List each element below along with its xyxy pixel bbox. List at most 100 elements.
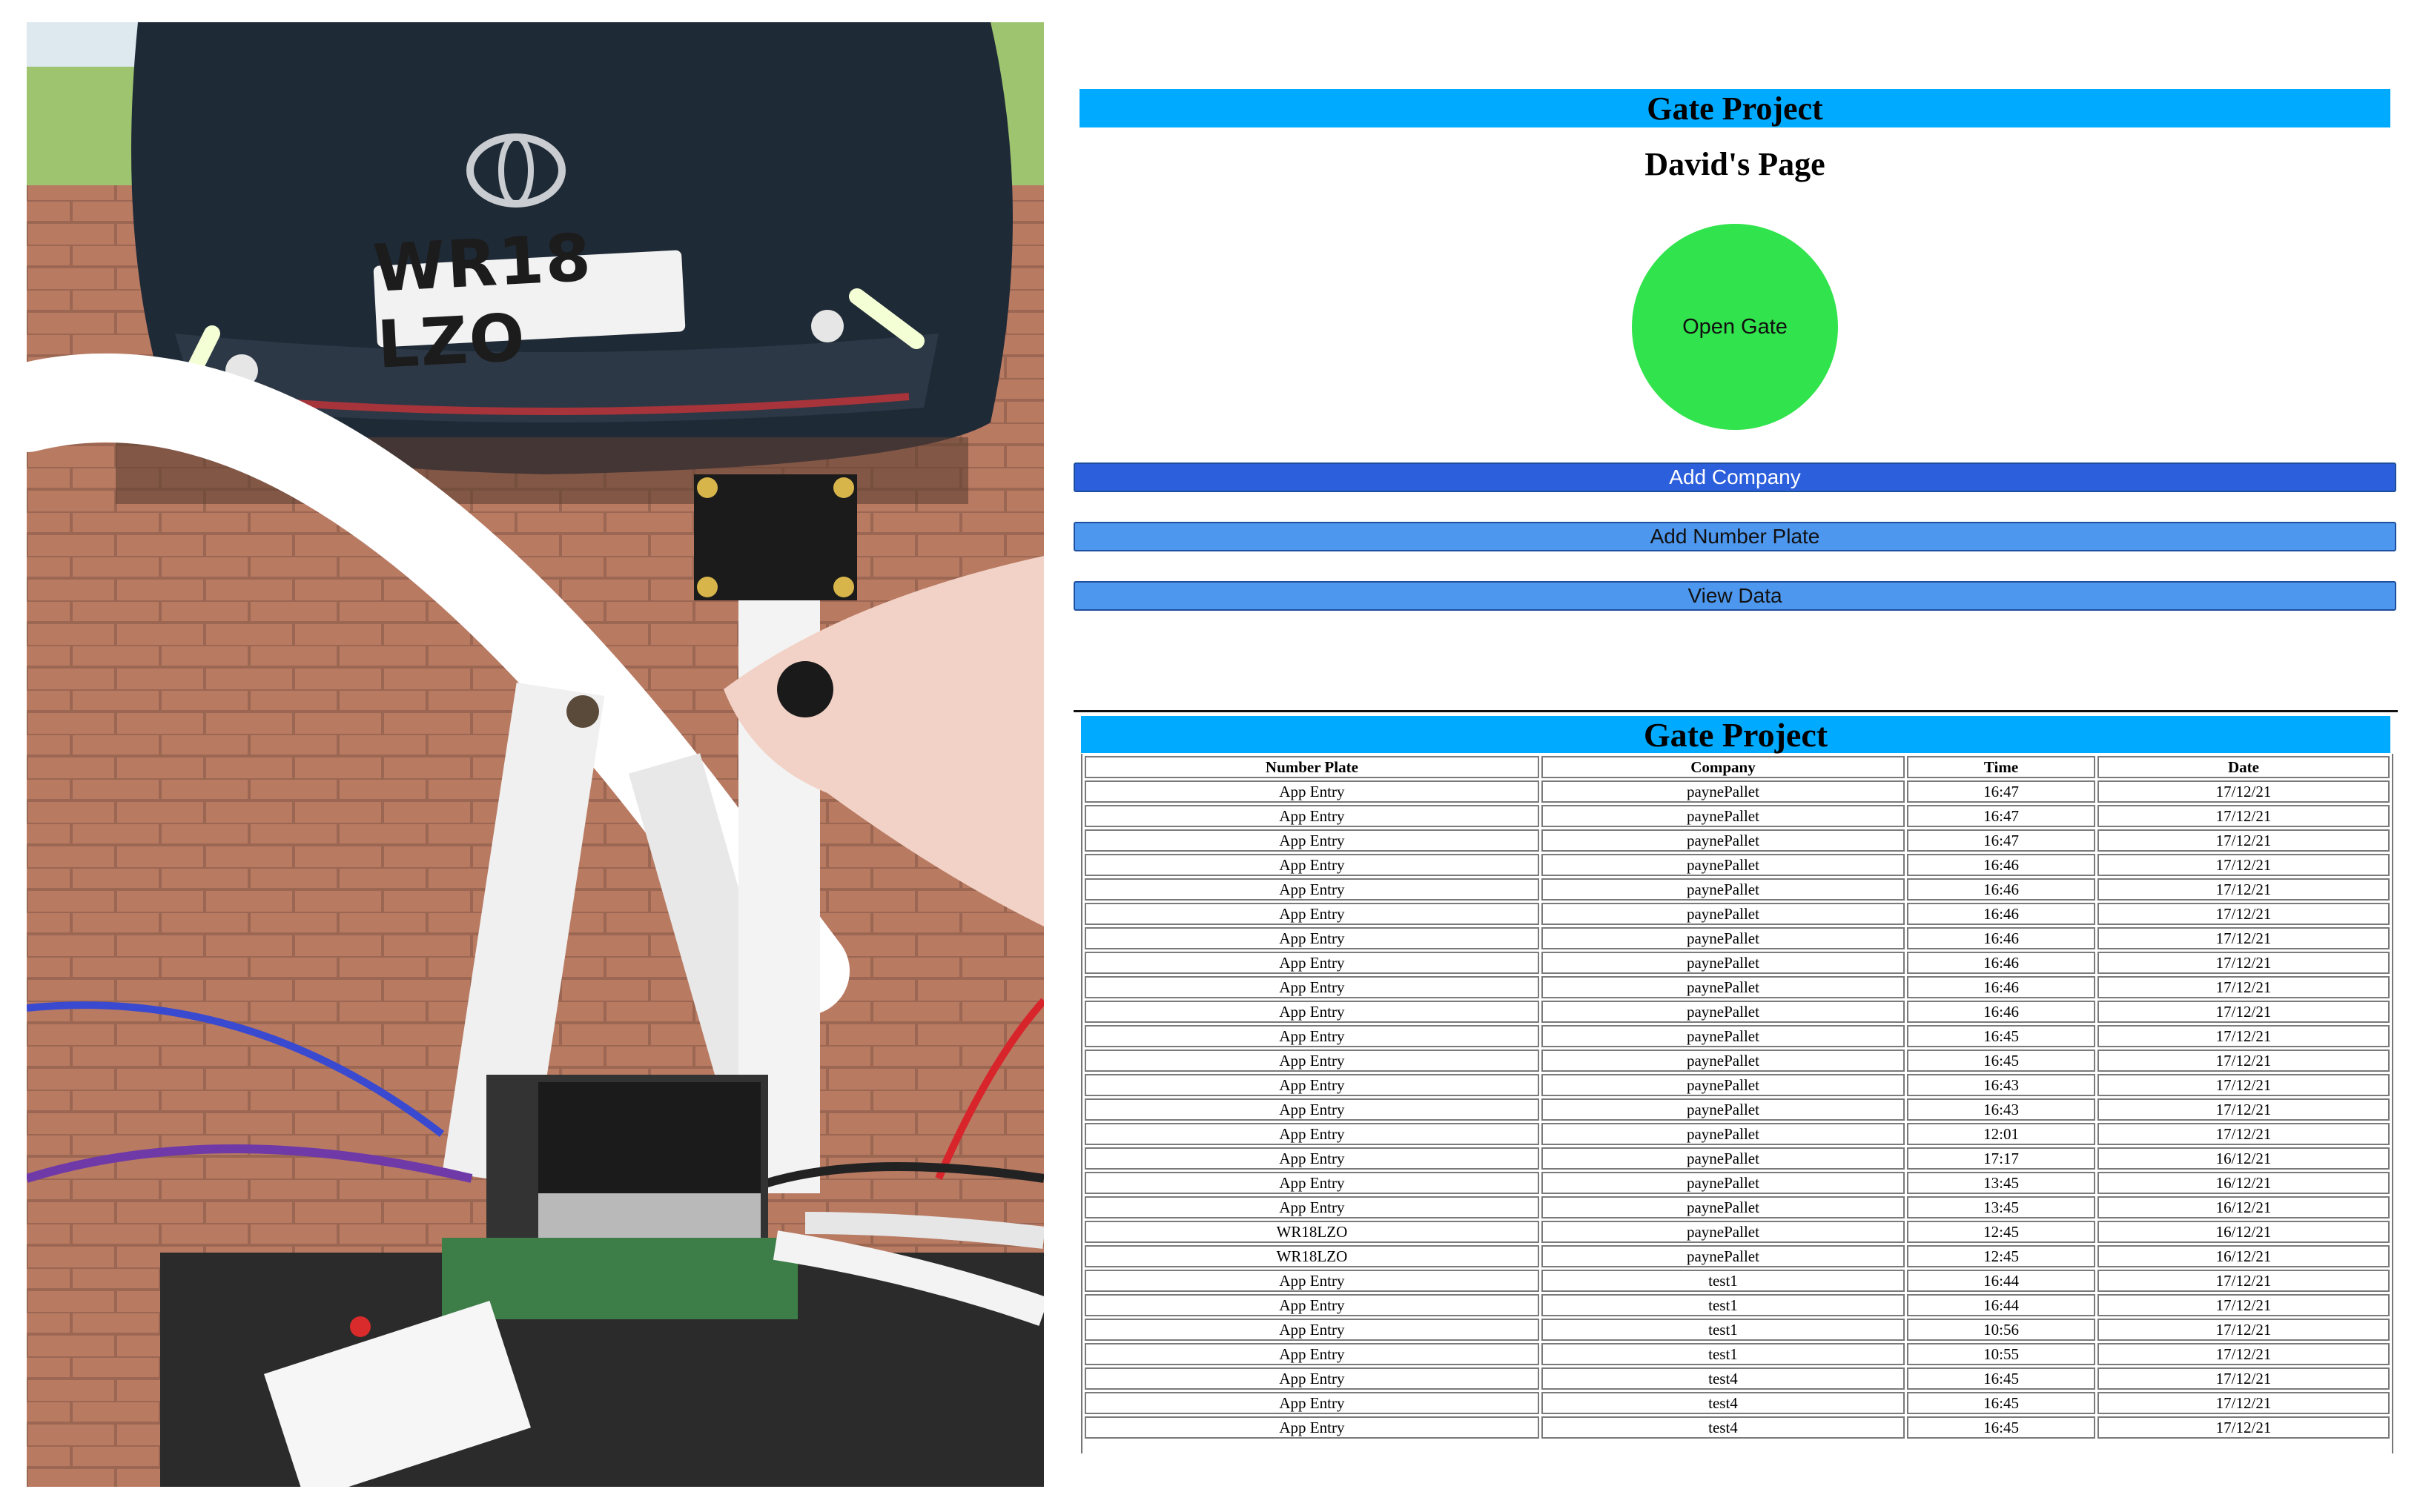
cell-company: test4 (1541, 1392, 1905, 1414)
column-header-date: Date (2097, 756, 2390, 778)
cell-time: 16:45 (1907, 1050, 2095, 1072)
cell-number-plate: App Entry (1085, 1319, 1539, 1341)
open-gate-button[interactable]: Open Gate (1632, 224, 1838, 430)
table-row: App Entry paynePallet 16:46 17/12/21 (1085, 903, 2390, 925)
cell-company: paynePallet (1541, 1221, 1905, 1243)
cell-number-plate: App Entry (1085, 1147, 1539, 1170)
cell-time: 16:46 (1907, 878, 2095, 901)
table-row: App Entry paynePallet 16:46 17/12/21 (1085, 976, 2390, 998)
cell-company: paynePallet (1541, 854, 1905, 876)
cell-company: paynePallet (1541, 1172, 1905, 1194)
cell-time: 16:44 (1907, 1294, 2095, 1316)
page-header: Gate Project (1080, 89, 2390, 127)
table-row: App Entry paynePallet 16:45 17/12/21 (1085, 1025, 2390, 1047)
cell-time: 13:45 (1907, 1172, 2095, 1194)
table-row: App Entry paynePallet 13:45 16/12/21 (1085, 1196, 2390, 1218)
add-company-button[interactable]: Add Company (1074, 462, 2396, 492)
data-table-scroll[interactable]: Number Plate Company Time Date App Entry… (1081, 754, 2393, 1453)
cell-date: 17/12/21 (2097, 780, 2390, 803)
table-row: WR18LZO paynePallet 12:45 16/12/21 (1085, 1245, 2390, 1267)
table-row: App Entry paynePallet 16:46 17/12/21 (1085, 927, 2390, 949)
cell-number-plate: App Entry (1085, 1098, 1539, 1121)
cell-date: 17/12/21 (2097, 878, 2390, 901)
table-row: App Entry test4 16:45 17/12/21 (1085, 1416, 2390, 1439)
cell-company: paynePallet (1541, 780, 1905, 803)
cell-company: test1 (1541, 1319, 1905, 1341)
table-row: App Entry paynePallet 13:45 16/12/21 (1085, 1172, 2390, 1194)
column-header-number-plate: Number Plate (1085, 756, 1539, 778)
cell-date: 17/12/21 (2097, 1319, 2390, 1341)
table-row: App Entry paynePallet 16:46 17/12/21 (1085, 878, 2390, 901)
column-header-company: Company (1541, 756, 1905, 778)
cell-number-plate: App Entry (1085, 1001, 1539, 1023)
cell-number-plate: App Entry (1085, 1392, 1539, 1414)
table-body: App Entry paynePallet 16:47 17/12/21 App Ent… (1085, 780, 2390, 1439)
cell-time: 12:01 (1907, 1123, 2095, 1145)
cell-date: 16/12/21 (2097, 1196, 2390, 1218)
cell-time: 16:46 (1907, 903, 2095, 925)
cell-company: paynePallet (1541, 1245, 1905, 1267)
cell-company: paynePallet (1541, 903, 1905, 925)
cell-time: 16:47 (1907, 805, 2095, 827)
table-row: App Entry paynePallet 16:43 17/12/21 (1085, 1098, 2390, 1121)
cell-company: paynePallet (1541, 1025, 1905, 1047)
license-plate-text: WR18 LZO (371, 219, 595, 383)
cell-number-plate: App Entry (1085, 927, 1539, 949)
data-section: Gate Project Number Plate Company Time D… (1074, 710, 2398, 1455)
cell-date: 16/12/21 (2097, 1221, 2390, 1243)
cell-date: 17/12/21 (2097, 1050, 2390, 1072)
table-row: App Entry paynePallet 16:47 17/12/21 (1085, 780, 2390, 803)
cell-date: 16/12/21 (2097, 1172, 2390, 1194)
cell-date: 16/12/21 (2097, 1147, 2390, 1170)
table-header-row: Number Plate Company Time Date (1085, 756, 2390, 778)
cell-company: paynePallet (1541, 1123, 1905, 1145)
cell-date: 17/12/21 (2097, 952, 2390, 974)
cell-time: 16:45 (1907, 1367, 2095, 1390)
cell-date: 17/12/21 (2097, 1343, 2390, 1365)
table-row: App Entry paynePallet 16:47 17/12/21 (1085, 805, 2390, 827)
cell-number-plate: App Entry (1085, 952, 1539, 974)
cell-time: 13:45 (1907, 1196, 2095, 1218)
cell-date: 17/12/21 (2097, 927, 2390, 949)
cell-number-plate: WR18LZO (1085, 1245, 1539, 1267)
table-row: App Entry paynePallet 16:47 17/12/21 (1085, 829, 2390, 852)
cell-date: 17/12/21 (2097, 903, 2390, 925)
entries-table: Number Plate Company Time Date App Entry… (1082, 754, 2392, 1441)
cell-time: 10:55 (1907, 1343, 2095, 1365)
cell-time: 16:46 (1907, 1001, 2095, 1023)
cell-time: 16:47 (1907, 829, 2095, 852)
cell-company: test4 (1541, 1367, 1905, 1390)
cell-company: paynePallet (1541, 927, 1905, 949)
cell-company: paynePallet (1541, 1074, 1905, 1096)
cell-number-plate: App Entry (1085, 1172, 1539, 1194)
cell-time: 16:46 (1907, 854, 2095, 876)
cell-number-plate: App Entry (1085, 878, 1539, 901)
cell-time: 16:43 (1907, 1074, 2095, 1096)
view-data-button[interactable]: View Data (1074, 581, 2396, 611)
cell-time: 16:46 (1907, 976, 2095, 998)
cell-number-plate: App Entry (1085, 1050, 1539, 1072)
cell-company: paynePallet (1541, 1196, 1905, 1218)
cell-date: 17/12/21 (2097, 1367, 2390, 1390)
cell-date: 17/12/21 (2097, 1270, 2390, 1292)
camera-photo: WR18 LZO (27, 22, 1044, 1487)
table-title: Gate Project (1081, 716, 2390, 754)
cell-company: paynePallet (1541, 829, 1905, 852)
cell-company: paynePallet (1541, 1050, 1905, 1072)
cell-number-plate: App Entry (1085, 829, 1539, 852)
cell-number-plate: App Entry (1085, 1123, 1539, 1145)
add-number-plate-button[interactable]: Add Number Plate (1074, 522, 2396, 551)
table-row: App Entry test1 16:44 17/12/21 (1085, 1294, 2390, 1316)
cell-time: 16:46 (1907, 952, 2095, 974)
cell-date: 17/12/21 (2097, 1392, 2390, 1414)
cell-number-plate: App Entry (1085, 1025, 1539, 1047)
table-row: App Entry paynePallet 16:46 17/12/21 (1085, 854, 2390, 876)
table-row: WR18LZO paynePallet 12:45 16/12/21 (1085, 1221, 2390, 1243)
table-row: App Entry paynePallet 16:46 17/12/21 (1085, 952, 2390, 974)
cell-company: test1 (1541, 1294, 1905, 1316)
cell-number-plate: App Entry (1085, 1074, 1539, 1096)
cell-number-plate: App Entry (1085, 976, 1539, 998)
cell-date: 17/12/21 (2097, 1416, 2390, 1439)
cell-date: 17/12/21 (2097, 1294, 2390, 1316)
cell-time: 16:46 (1907, 927, 2095, 949)
